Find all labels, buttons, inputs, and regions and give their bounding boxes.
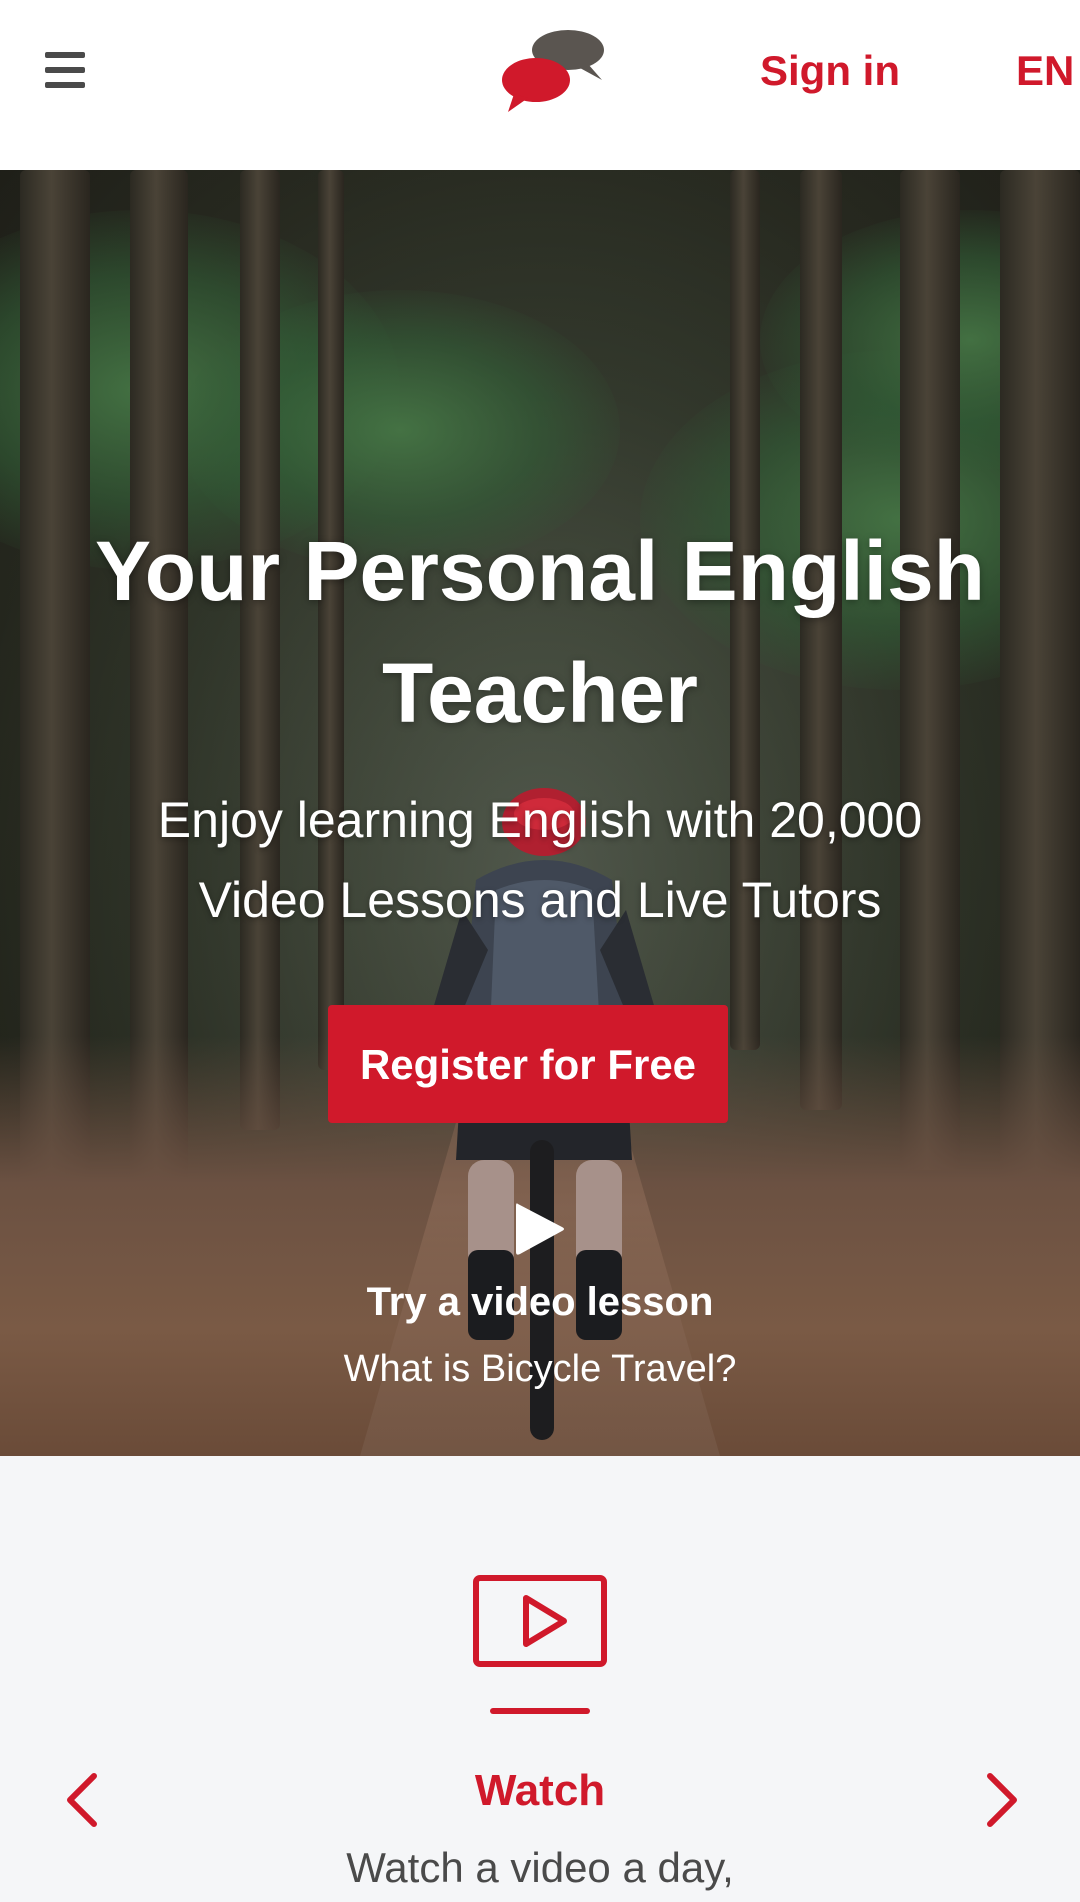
hero-section: Your Personal English Teacher Enjoy lear… [0,170,1080,1456]
hero-title: Your Personal English Teacher [95,524,985,740]
feature-description: Watch a video a day, [346,1844,734,1891]
video-play-icon [473,1575,607,1667]
feature-title: Watch [474,1766,606,1815]
chevron-left-icon[interactable] [58,1770,108,1830]
chevron-right-icon[interactable] [976,1770,1026,1830]
hamburger-menu-icon[interactable] [40,48,90,92]
play-icon[interactable] [512,1200,566,1258]
try-video-lesson-link[interactable]: Try a video lesson [240,1280,840,1325]
language-selector[interactable]: EN [1016,44,1074,98]
register-free-button[interactable]: Register for Free [328,1005,728,1123]
feature-underline-divider [490,1708,590,1714]
sign-in-link[interactable]: Sign in [760,44,900,98]
lesson-title-link[interactable]: What is Bicycle Travel? [240,1348,840,1391]
logo-chat-bubbles-icon[interactable] [500,28,612,114]
hero-subtitle: Enjoy learning English with 20,000 Video… [157,792,923,928]
top-header: Sign in EN [0,0,1080,170]
features-carousel: Watch Watch a video a day, [0,1456,1080,1902]
